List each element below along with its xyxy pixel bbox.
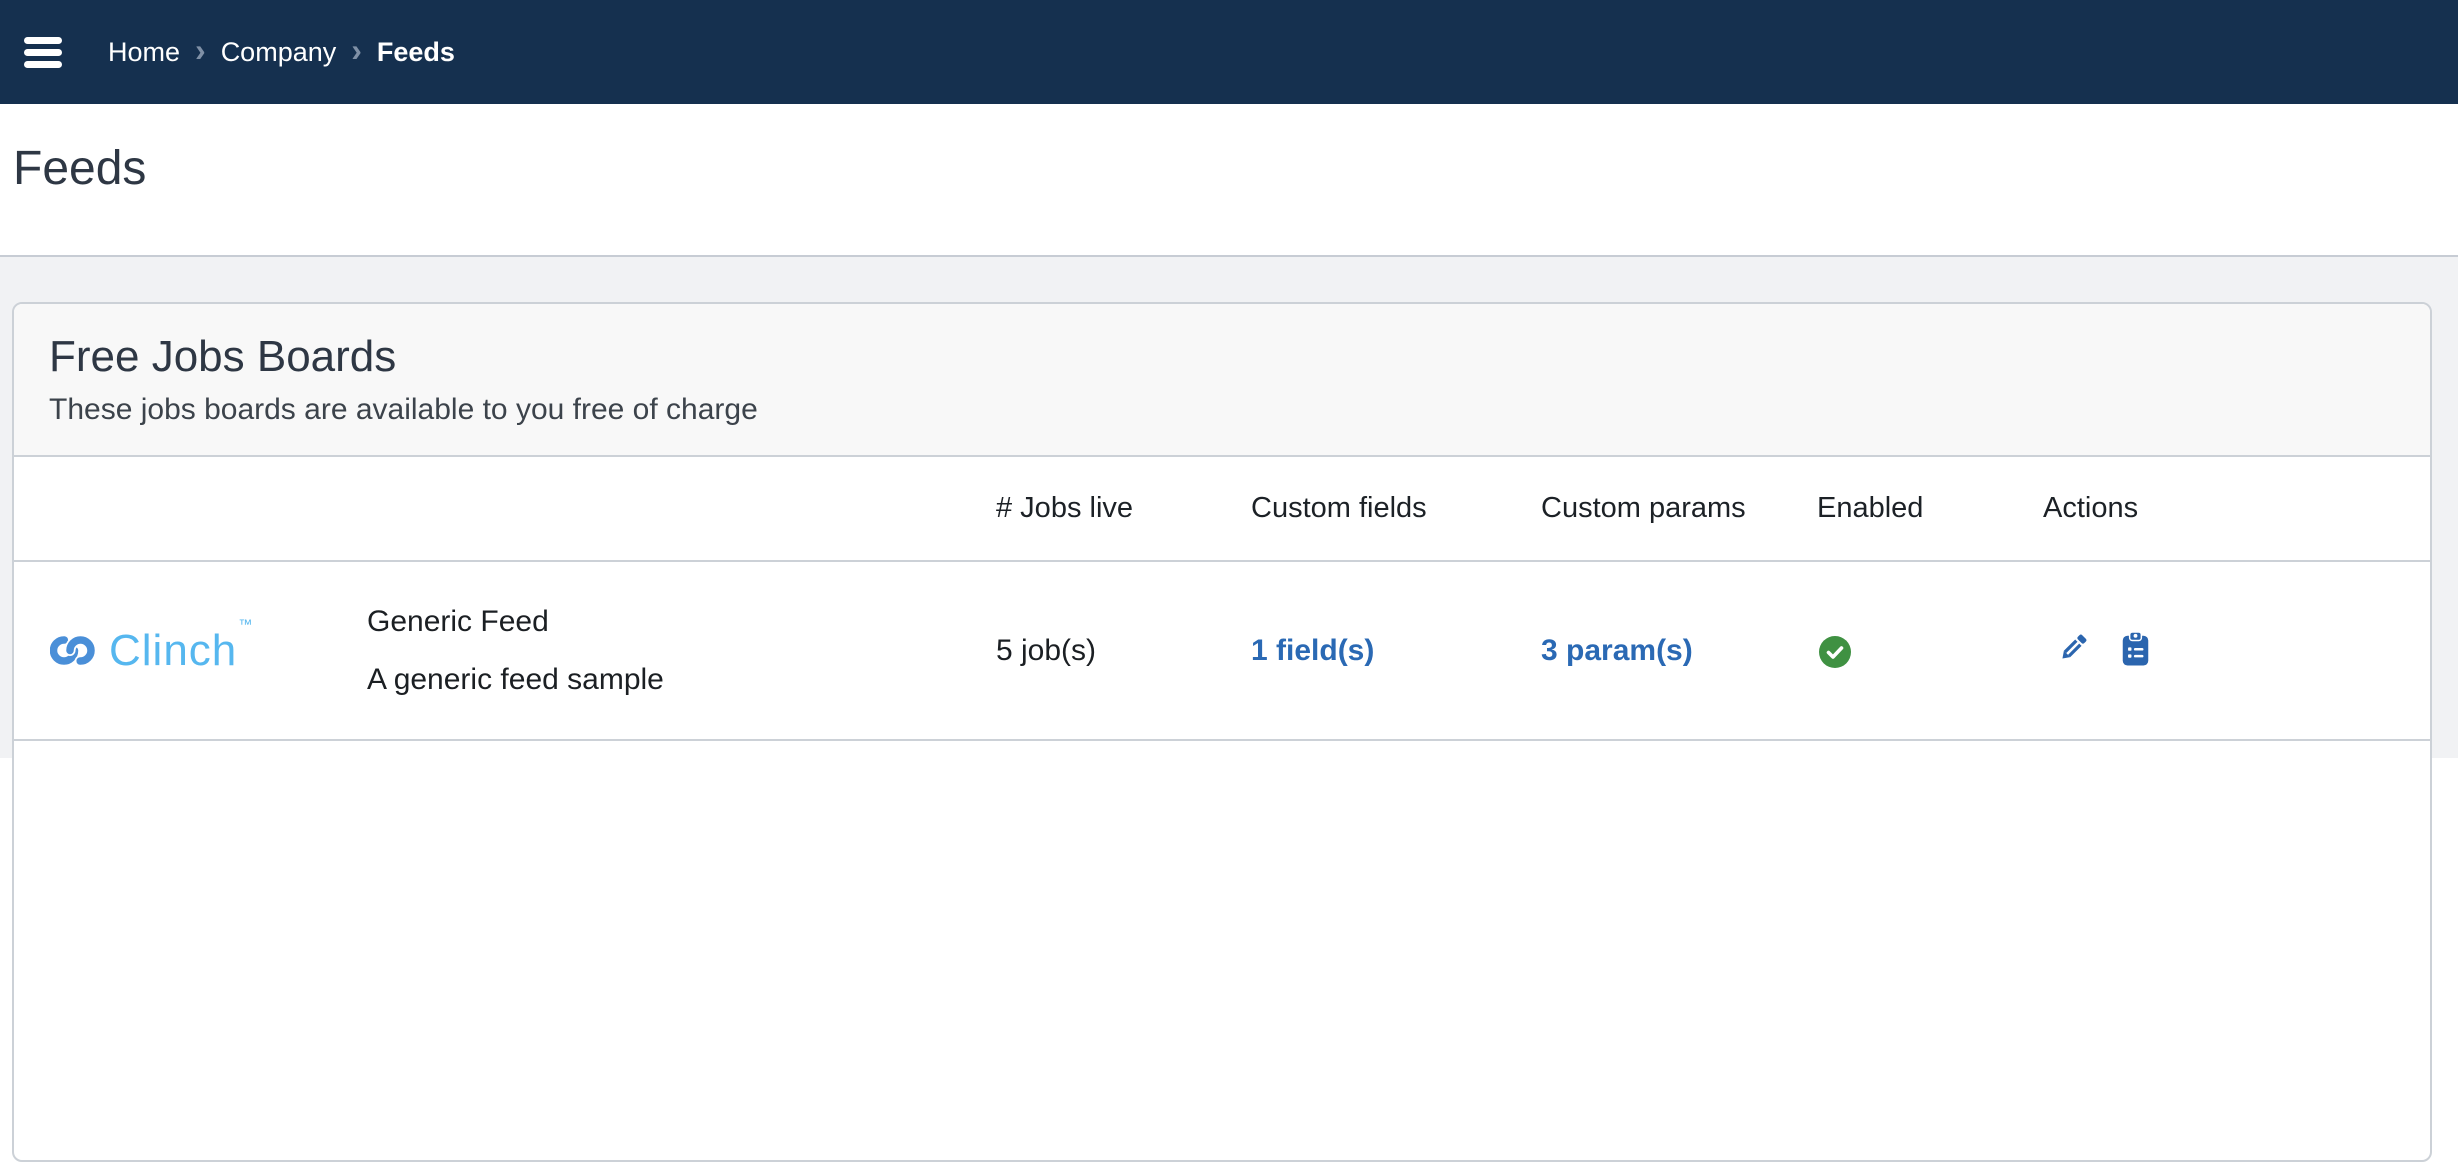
custom-fields-link[interactable]: 1 field(s): [1251, 634, 1374, 667]
feed-description: A generic feed sample: [367, 663, 996, 697]
panel-subtitle: These jobs boards are available to you f…: [49, 393, 2430, 427]
cell-jobs-live: 5 job(s): [996, 561, 1251, 740]
cell-enabled: [1817, 561, 2043, 740]
menu-button[interactable]: [24, 37, 62, 68]
trademark-mark: ™: [238, 616, 253, 632]
col-name: [367, 457, 996, 561]
free-jobs-boards-panel: Free Jobs Boards These jobs boards are a…: [12, 302, 2432, 1162]
cell-logo: Clinch™: [14, 561, 367, 740]
panel-header: Free Jobs Boards These jobs boards are a…: [14, 304, 2430, 457]
pencil-icon: [2055, 632, 2089, 666]
page-title: Feeds: [13, 141, 146, 196]
edit-feed-button[interactable]: [2055, 632, 2089, 669]
col-custom-params: Custom params: [1541, 457, 1817, 561]
table-row: Clinch™ Generic Feed A generic feed samp…: [14, 561, 2430, 740]
breadcrumb-home[interactable]: Home: [108, 37, 180, 68]
clipboard-list-icon: [2121, 632, 2150, 666]
col-logo: [14, 457, 367, 561]
col-enabled: Enabled: [1817, 457, 2043, 561]
hamburger-icon: [24, 37, 62, 44]
top-nav-bar: Home › Company › Feeds: [0, 0, 2458, 104]
breadcrumb-company[interactable]: Company: [221, 37, 337, 68]
cell-feed-name: Generic Feed A generic feed sample: [367, 561, 996, 740]
feed-logs-button[interactable]: [2121, 632, 2150, 669]
col-custom-fields: Custom fields: [1251, 457, 1541, 561]
next-row-partial: [14, 740, 2430, 800]
breadcrumb-current: Feeds: [377, 37, 455, 68]
table-header-row: # Jobs live Custom fields Custom params …: [14, 457, 2430, 561]
chevron-right-icon: ›: [351, 34, 362, 66]
cell-custom-params: 3 param(s): [1541, 561, 1817, 740]
check-circle-icon: [1819, 636, 1851, 668]
panel-title: Free Jobs Boards: [49, 331, 2430, 384]
custom-params-link[interactable]: 3 param(s): [1541, 634, 1693, 667]
clinch-logo-icon: [50, 632, 97, 669]
cell-actions: [2043, 561, 2430, 740]
col-jobs-live: # Jobs live: [996, 457, 1251, 561]
chevron-right-icon: ›: [195, 34, 206, 66]
feeds-table: # Jobs live Custom fields Custom params …: [14, 457, 2430, 800]
clinch-logo-text: Clinch™: [109, 629, 252, 673]
cell-custom-fields: 1 field(s): [1251, 561, 1541, 740]
col-actions: Actions: [2043, 457, 2430, 561]
jobs-live-value: 5 job(s): [996, 634, 1096, 667]
clinch-logo: Clinch™: [50, 629, 367, 673]
feed-name: Generic Feed: [367, 605, 996, 639]
breadcrumb: Home › Company › Feeds: [108, 36, 455, 68]
